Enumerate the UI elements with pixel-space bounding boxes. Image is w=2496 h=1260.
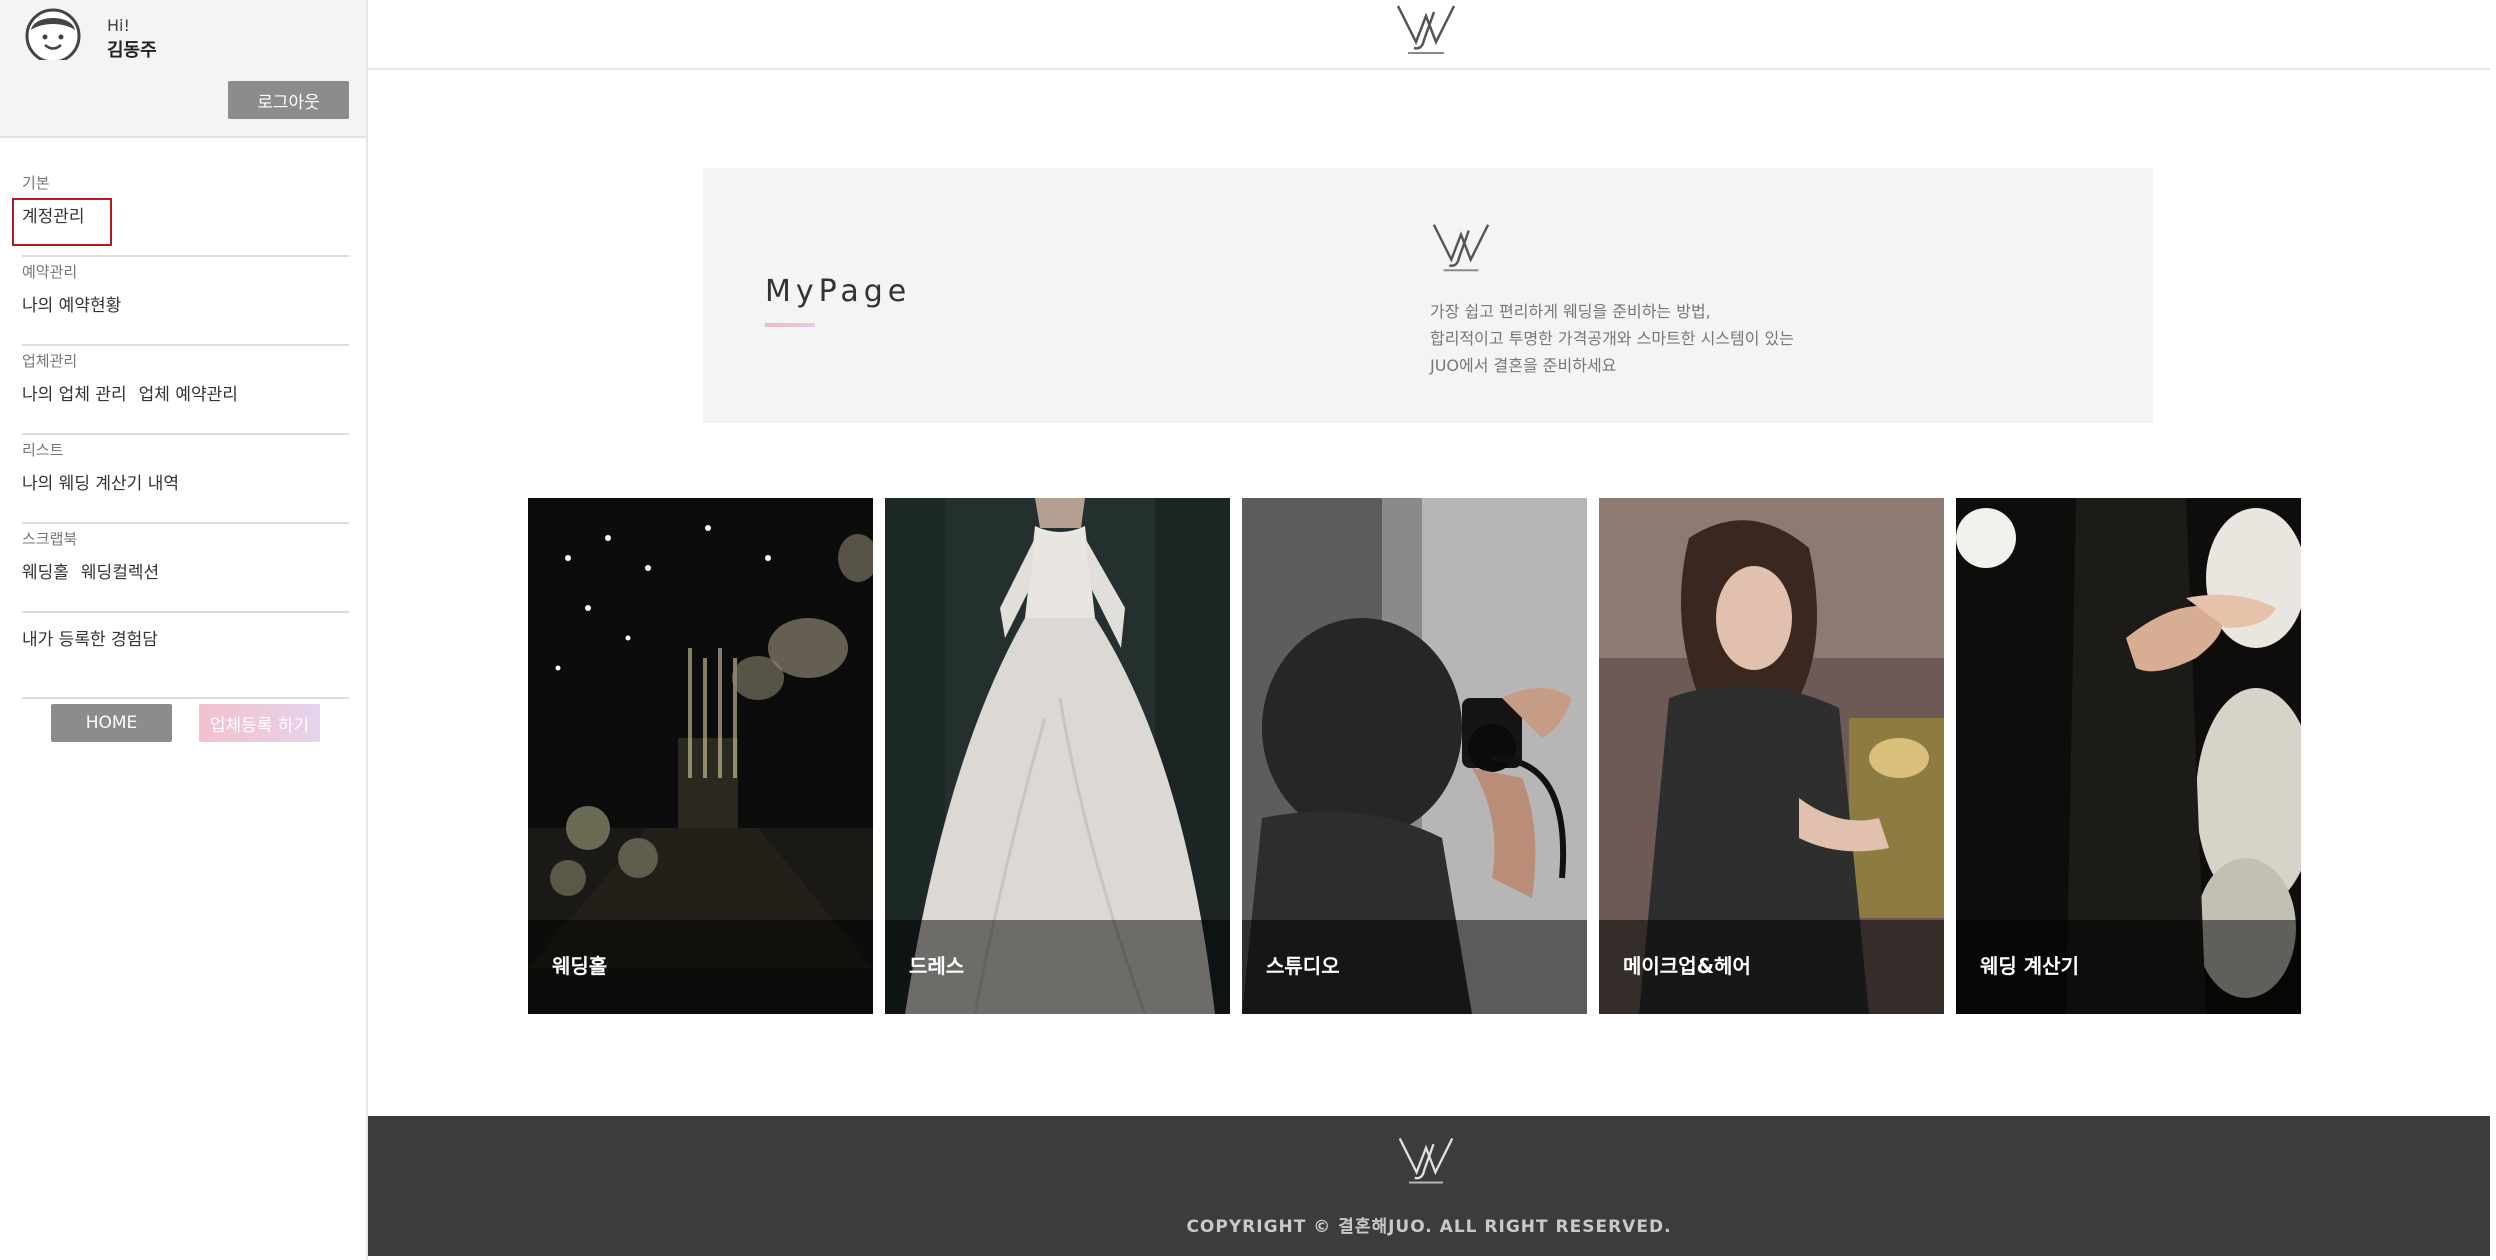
card-wedding-calculator[interactable]: 웨딩 계산기 bbox=[1956, 498, 2301, 1014]
sidebar-item-calculator-history[interactable]: 나의 웨딩 계산기 내역 bbox=[22, 474, 179, 494]
nav-group-scrapbook: 스크랩북 웨딩홀 웨딩컬렉션 bbox=[22, 524, 349, 613]
sidebar-item-my-reviews[interactable]: 내가 등록한 경험담 bbox=[22, 630, 158, 650]
banner-line-1: 가장 쉽고 편리하게 웨딩을 준비하는 방법, bbox=[1430, 302, 1711, 321]
home-button[interactable]: HOME bbox=[51, 704, 172, 742]
card-label: 드레스 bbox=[909, 954, 965, 978]
sidebar-item-my-reservations[interactable]: 나의 예약현황 bbox=[22, 296, 121, 316]
card-label: 메이크업&헤어 bbox=[1623, 954, 1751, 978]
page-title: MyPage bbox=[765, 274, 912, 309]
card-caption: 웨딩 계산기 bbox=[1956, 920, 2301, 1014]
nav-category: 예약관리 bbox=[22, 263, 78, 281]
sidebar-item-business-reservations[interactable]: 업체 예약관리 bbox=[139, 385, 238, 405]
card-caption: 웨딩홀 bbox=[528, 920, 873, 1014]
nav-group-business: 업체관리 나의 업체 관리 업체 예약관리 bbox=[22, 346, 349, 435]
card-wedding-hall[interactable]: 웨딩홀 bbox=[528, 498, 873, 1014]
banner-line-3: JUO에서 결혼을 준비하세요 bbox=[1430, 356, 1617, 375]
profile-panel: Hi! 김동주 로그아웃 bbox=[0, 0, 366, 138]
nav-group-list: 리스트 나의 웨딩 계산기 내역 bbox=[22, 435, 349, 524]
nav-group-reservation: 예약관리 나의 예약현황 bbox=[22, 257, 349, 346]
banner-description: 가장 쉽고 편리하게 웨딩을 준비하는 방법, 합리적이고 투명한 가격공개와 … bbox=[1430, 298, 1794, 379]
card-label: 스튜디오 bbox=[1266, 954, 1340, 978]
mypage-banner: MyPage 가장 쉽고 편리하게 웨딩을 준비하는 방법, 합리적이고 투명한… bbox=[703, 168, 2153, 423]
card-caption: 스튜디오 bbox=[1242, 920, 1587, 1014]
footer: COPYRIGHT © 결혼해JUO. ALL RIGHT RESERVED. bbox=[368, 1116, 2490, 1256]
greeting: Hi! bbox=[107, 16, 130, 35]
copyright-text: COPYRIGHT © 결혼해JUO. ALL RIGHT RESERVED. bbox=[1186, 1217, 1672, 1237]
nav-category: 업체관리 bbox=[22, 352, 78, 370]
nav-group-reviews: 내가 등록한 경험담 bbox=[22, 613, 349, 699]
nav-category: 스크랩북 bbox=[22, 530, 78, 548]
nav-category: 기본 bbox=[22, 174, 50, 192]
avatar bbox=[25, 8, 81, 60]
sidebar-item-wedding-hall[interactable]: 웨딩홀 bbox=[22, 563, 69, 583]
user-name: 김동주 bbox=[107, 40, 157, 61]
sidebar: Hi! 김동주 로그아웃 기본 계정관리 예약관리 나의 예약현황 업체관리 나… bbox=[0, 0, 368, 1260]
sidebar-item-my-business[interactable]: 나의 업체 관리 bbox=[22, 385, 127, 405]
brand-logo-icon[interactable] bbox=[1394, 2, 1458, 58]
card-dress[interactable]: 드레스 bbox=[885, 498, 1230, 1014]
footer-logo-icon bbox=[1398, 1137, 1454, 1184]
register-business-button[interactable]: 업체등록 하기 bbox=[199, 704, 320, 742]
card-caption: 메이크업&헤어 bbox=[1599, 920, 1944, 1014]
main-content: MyPage 가장 쉽고 편리하게 웨딩을 준비하는 방법, 합리적이고 투명한… bbox=[368, 0, 2490, 1260]
card-makeup-hair[interactable]: 메이크업&헤어 bbox=[1599, 498, 1944, 1014]
card-label: 웨딩홀 bbox=[552, 954, 608, 978]
title-underline bbox=[765, 323, 815, 327]
card-label: 웨딩 계산기 bbox=[1980, 954, 2079, 978]
card-studio[interactable]: 스튜디오 bbox=[1242, 498, 1587, 1014]
nav-group-basic: 기본 계정관리 bbox=[12, 168, 349, 257]
sidebar-nav: 기본 계정관리 예약관리 나의 예약현황 업체관리 나의 업체 관리 업체 예약관… bbox=[12, 168, 349, 699]
logout-button[interactable]: 로그아웃 bbox=[228, 81, 349, 119]
banner-line-2: 합리적이고 투명한 가격공개와 스마트한 시스템이 있는 bbox=[1430, 329, 1794, 348]
banner-logo-icon bbox=[1432, 224, 1490, 272]
top-bar bbox=[368, 0, 2490, 70]
card-caption: 드레스 bbox=[885, 920, 1230, 1014]
nav-category: 리스트 bbox=[22, 441, 64, 459]
category-cards: 웨딩홀 드레스 스튜디오 메이크업&헤어 웨딩 계산기 bbox=[528, 498, 2302, 1014]
sidebar-item-wedding-collection[interactable]: 웨딩컬렉션 bbox=[81, 563, 159, 583]
selection-highlight bbox=[12, 198, 112, 246]
